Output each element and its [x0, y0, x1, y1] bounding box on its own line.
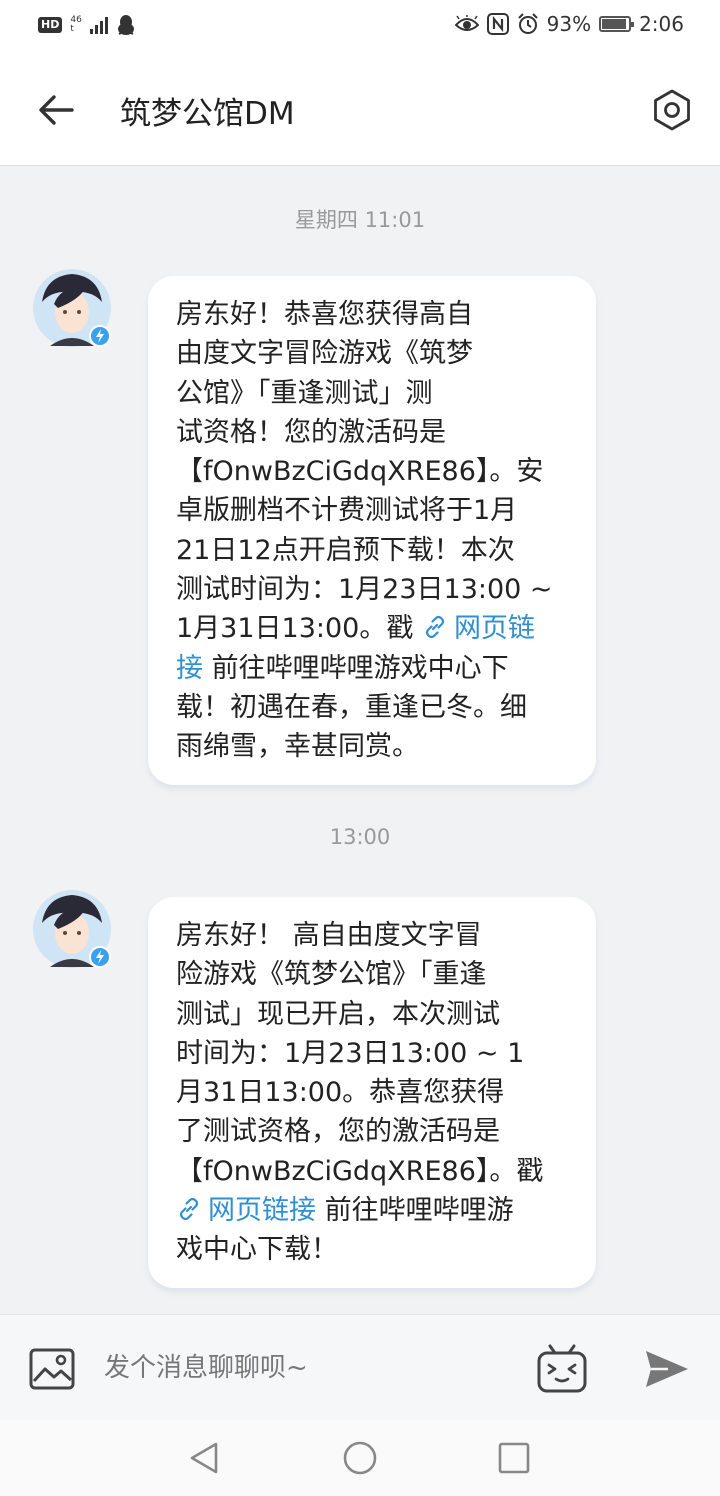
network-sub-label: t [70, 24, 74, 34]
settings-hexagon-icon[interactable] [650, 88, 694, 132]
send-icon[interactable] [644, 1349, 690, 1389]
message-text: 房东好！恭喜您获得高自 由度文字冒险游戏《筑梦 公馆》「重逢测试」测 试资格！您… [176, 299, 553, 645]
link-icon [425, 616, 445, 639]
avatar[interactable] [32, 889, 112, 969]
message-text: 前往哔哩哔哩游戏中心下 载！初遇在春，重逢已冬。细 雨绵雪，幸甚同赏。 [176, 652, 527, 763]
alarm-icon [517, 13, 538, 34]
status-bar: HD 46 t 93% 2:06 [0, 0, 720, 54]
page-title: 筑梦公馆DM [120, 96, 295, 132]
message-bubble[interactable]: 房东好！恭喜您获得高自 由度文字冒险游戏《筑梦 公馆》「重逢测试」测 试资格！您… [148, 276, 596, 785]
message-timestamp: 星期四 11:01 [294, 208, 426, 232]
system-navigation-bar [0, 1420, 720, 1496]
image-picker-icon[interactable] [28, 1345, 76, 1393]
message-input-bar [0, 1314, 720, 1420]
nav-recent-apps-icon[interactable] [498, 1442, 530, 1474]
hd-icon: HD [38, 17, 63, 33]
link-icon [179, 1197, 199, 1221]
battery-percent: 93% [546, 12, 592, 36]
status-right: 93% 2:06 [454, 12, 684, 36]
battery-icon [599, 16, 635, 32]
nfc-icon [486, 13, 509, 35]
message-input[interactable] [104, 1345, 504, 1391]
signal-icon [89, 16, 108, 34]
chat-header: 筑梦公馆DM [0, 54, 720, 166]
bilibili-emoji-icon[interactable] [536, 1343, 588, 1395]
nav-back-icon[interactable] [186, 1440, 222, 1476]
clock: 2:06 [639, 12, 684, 36]
message-text: 房东好！ 高自由度文字冒 险游戏《筑梦公馆》「重逢 测试」现已开启，本次测试 时… [176, 920, 544, 1187]
message-bubble[interactable]: 房东好！ 高自由度文字冒 险游戏《筑梦公馆》「重逢 测试」现已开启，本次测试 时… [148, 897, 596, 1288]
message-timestamp: 13:00 [329, 825, 391, 849]
penguin-notification-icon [117, 15, 134, 35]
eye-comfort-icon [454, 15, 479, 31]
nav-home-icon[interactable] [342, 1440, 378, 1476]
web-link-label: 网页链接 [208, 1195, 316, 1227]
status-left: HD 46 t [38, 14, 136, 36]
web-link[interactable]: 网页链接 [176, 1195, 316, 1226]
avatar[interactable] [32, 268, 112, 348]
back-arrow-icon[interactable] [36, 90, 76, 130]
network-type-icon: 46 t [70, 16, 81, 34]
